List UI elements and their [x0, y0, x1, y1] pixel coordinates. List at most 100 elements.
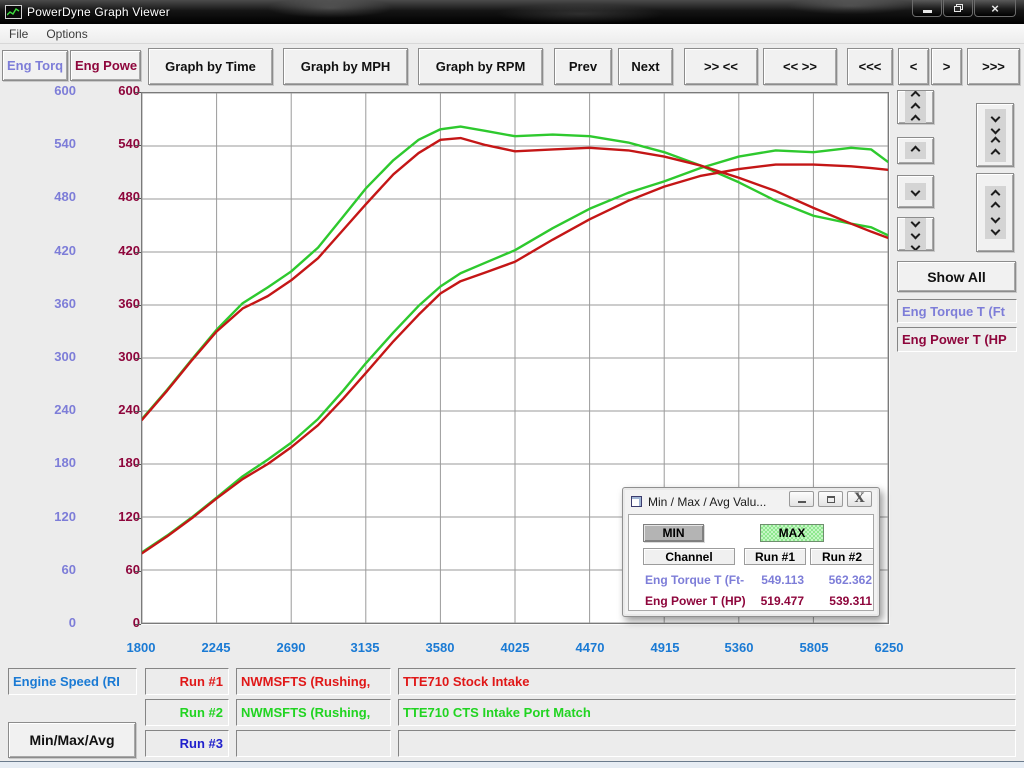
minmax-window-titlebar[interactable]: Min / Max / Avg Valu... X: [626, 491, 876, 512]
column-header-run1[interactable]: Run #1: [744, 548, 806, 565]
y-tick-power-60: 60: [80, 562, 140, 577]
run1-file-box[interactable]: NWMSFTS (Rushing,: [236, 668, 391, 695]
table-cell-value: 562.362: [812, 573, 872, 587]
expand-vertical-button[interactable]: [976, 173, 1014, 252]
y-tick-mark: [135, 571, 141, 572]
column-header-channel[interactable]: Channel: [643, 548, 735, 565]
channel-button-torque[interactable]: Eng Torq: [2, 50, 68, 81]
y-tick-mark: [135, 145, 141, 146]
triple-chevron-up-icon: [905, 90, 926, 124]
run1-label-box: Run #1: [145, 668, 229, 695]
x-tick-4025: 4025: [485, 640, 545, 655]
zoom-out-x-button[interactable]: << >>: [763, 48, 837, 85]
torque-channel-box[interactable]: Eng Torque T (Ft: [897, 299, 1017, 323]
window-bottom-border: [0, 761, 1024, 768]
run2-label-box: Run #2: [145, 699, 229, 726]
x-tick-2690: 2690: [261, 640, 321, 655]
restore-icon: [954, 4, 963, 12]
minmax-values-window[interactable]: Min / Max / Avg Valu... X MIN MAX Channe…: [622, 487, 880, 617]
y-tick-torque-540: 540: [6, 136, 76, 151]
scale-max-up-button[interactable]: [897, 90, 934, 124]
y-tick-mark: [135, 411, 141, 412]
menu-options[interactable]: Options: [37, 25, 96, 43]
table-cell-value: 539.311: [812, 594, 872, 608]
x-tick-6250: 6250: [859, 640, 919, 655]
y-tick-power-0: 0: [80, 615, 140, 630]
maximize-icon: [827, 496, 835, 503]
minmax-window-icon: [631, 496, 642, 507]
power-channel-box[interactable]: Eng Power T (HP: [897, 327, 1017, 352]
y-tick-mark: [135, 252, 141, 253]
min-toggle-button[interactable]: MIN: [643, 524, 704, 542]
triple-chevron-down-icon: [905, 217, 926, 251]
minimize-button[interactable]: [912, 0, 942, 17]
collapse-vertical-button[interactable]: [976, 103, 1014, 167]
y-tick-mark: [135, 518, 141, 519]
y-tick-mark: [135, 198, 141, 199]
y-tick-power-180: 180: [80, 455, 140, 470]
app-window: PowerDyne Graph Viewer × File Options En…: [0, 0, 1024, 768]
menu-file[interactable]: File: [0, 25, 37, 43]
x-tick-4915: 4915: [635, 640, 695, 655]
x-tick-5805: 5805: [784, 640, 844, 655]
table-cell-channel: Eng Torque T (Ft-: [645, 573, 750, 587]
y-tick-mark: [135, 358, 141, 359]
run2-file-box[interactable]: NWMSFTS (Rushing,: [236, 699, 391, 726]
close-button[interactable]: ×: [974, 0, 1016, 17]
prev-button[interactable]: Prev: [554, 48, 612, 85]
y-tick-mark: [135, 624, 141, 625]
collapse-vertical-icon: [985, 109, 1006, 162]
y-tick-torque-0: 0: [6, 615, 76, 630]
channel-button-power[interactable]: Eng Powe: [70, 50, 141, 81]
chevron-down-icon: [905, 183, 926, 200]
close-icon: X: [854, 492, 864, 506]
graph-by-mph-button[interactable]: Graph by MPH: [283, 48, 408, 85]
expand-vertical-icon: [985, 186, 1006, 239]
menu-bar: File Options: [0, 24, 1024, 44]
y-tick-mark: [135, 92, 141, 93]
title-bar[interactable]: PowerDyne Graph Viewer ×: [0, 0, 1024, 24]
minmax-maximize-button[interactable]: [818, 491, 843, 507]
app-icon: [5, 5, 22, 19]
y-tick-torque-480: 480: [6, 189, 76, 204]
x-tick-3135: 3135: [335, 640, 395, 655]
next-button[interactable]: Next: [618, 48, 673, 85]
x-channel-box[interactable]: Engine Speed (RI: [8, 668, 137, 695]
x-tick-1800: 1800: [111, 640, 171, 655]
restore-button[interactable]: [943, 0, 973, 17]
run1-note-box[interactable]: TTE710 Stock Intake: [398, 668, 1016, 695]
graph-by-rpm-button[interactable]: Graph by RPM: [418, 48, 543, 85]
scroll-far-left-button[interactable]: <<<: [847, 48, 893, 85]
x-tick-4470: 4470: [560, 640, 620, 655]
scroll-right-button[interactable]: >: [931, 48, 962, 85]
table-cell-channel: Eng Power T (HP): [645, 594, 750, 608]
y-tick-power-120: 120: [80, 509, 140, 524]
minmax-close-button[interactable]: X: [847, 491, 872, 507]
close-icon: ×: [991, 1, 999, 16]
scroll-left-button[interactable]: <: [898, 48, 929, 85]
minmax-minimize-button[interactable]: [789, 491, 814, 507]
run3-note-box[interactable]: [398, 730, 1016, 757]
scroll-far-right-button[interactable]: >>>: [967, 48, 1020, 85]
x-tick-2245: 2245: [186, 640, 246, 655]
show-all-button[interactable]: Show All: [897, 261, 1016, 292]
graph-by-time-button[interactable]: Graph by Time: [148, 48, 273, 85]
column-header-run2[interactable]: Run #2: [810, 548, 874, 565]
x-tick-5360: 5360: [709, 640, 769, 655]
minmaxavg-button[interactable]: Min/Max/Avg: [8, 722, 136, 758]
x-tick-3580: 3580: [410, 640, 470, 655]
scale-min-down-button[interactable]: [897, 217, 934, 251]
max-toggle-button[interactable]: MAX: [760, 524, 824, 542]
y-tick-torque-120: 120: [6, 509, 76, 524]
y-tick-torque-420: 420: [6, 243, 76, 258]
y-tick-power-300: 300: [80, 349, 140, 364]
scale-down-button[interactable]: [897, 175, 934, 208]
zoom-in-x-button[interactable]: >> <<: [684, 48, 758, 85]
run2-note-box[interactable]: TTE710 CTS Intake Port Match: [398, 699, 1016, 726]
minmax-window-body: MIN MAX Channel Run #1 Run #2 Eng Torque…: [628, 514, 874, 611]
y-tick-mark: [135, 464, 141, 465]
table-cell-value: 519.477: [746, 594, 804, 608]
scale-up-button[interactable]: [897, 137, 934, 164]
run3-file-box[interactable]: [236, 730, 391, 757]
y-tick-torque-360: 360: [6, 296, 76, 311]
